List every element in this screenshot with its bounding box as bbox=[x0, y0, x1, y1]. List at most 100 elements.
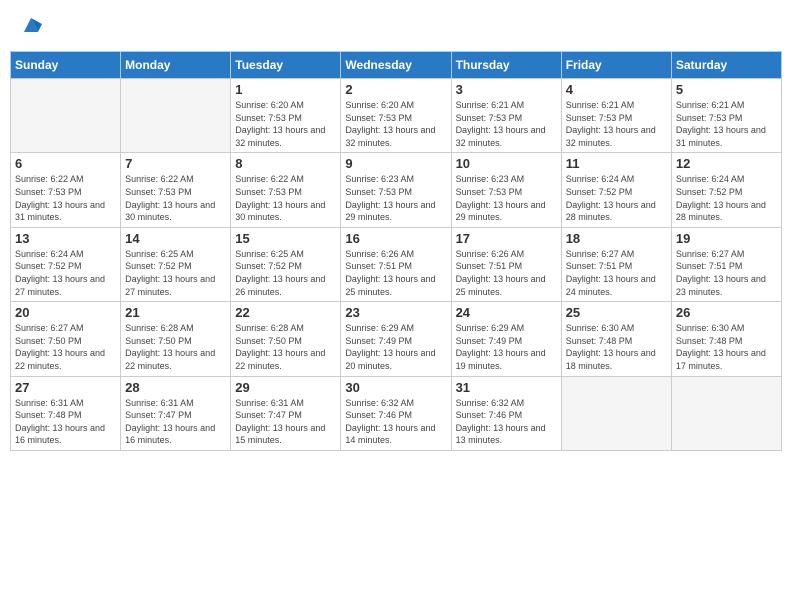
day-number: 6 bbox=[15, 156, 116, 171]
page-header bbox=[10, 10, 782, 45]
day-number: 2 bbox=[345, 82, 446, 97]
calendar-cell: 9Sunrise: 6:23 AM Sunset: 7:53 PM Daylig… bbox=[341, 153, 451, 227]
day-info: Sunrise: 6:27 AM Sunset: 7:51 PM Dayligh… bbox=[676, 248, 777, 298]
day-header-monday: Monday bbox=[121, 52, 231, 79]
day-info: Sunrise: 6:32 AM Sunset: 7:46 PM Dayligh… bbox=[345, 397, 446, 447]
day-info: Sunrise: 6:26 AM Sunset: 7:51 PM Dayligh… bbox=[345, 248, 446, 298]
calendar-cell bbox=[121, 79, 231, 153]
logo-icon bbox=[20, 14, 42, 36]
day-info: Sunrise: 6:32 AM Sunset: 7:46 PM Dayligh… bbox=[456, 397, 557, 447]
logo bbox=[18, 14, 42, 41]
day-info: Sunrise: 6:22 AM Sunset: 7:53 PM Dayligh… bbox=[235, 173, 336, 223]
day-number: 4 bbox=[566, 82, 667, 97]
day-number: 11 bbox=[566, 156, 667, 171]
day-info: Sunrise: 6:26 AM Sunset: 7:51 PM Dayligh… bbox=[456, 248, 557, 298]
calendar-cell: 27 Sunrise: 6:31 AM Sunset: 7:48 PM Dayli… bbox=[11, 376, 121, 450]
week-row-3: 20 Sunrise: 6:27 AM Sunset: 7:50 PM Dayli… bbox=[11, 302, 782, 376]
day-header-thursday: Thursday bbox=[451, 52, 561, 79]
day-info: Sunrise: 6:21 AM Sunset: 7:53 PM Dayligh… bbox=[676, 99, 777, 149]
day-header-saturday: Saturday bbox=[671, 52, 781, 79]
week-row-2: 13Sunrise: 6:24 AM Sunset: 7:52 PM Dayli… bbox=[11, 227, 782, 301]
day-info: Sunrise: 6:20 AM Sunset: 7:53 PM Dayligh… bbox=[345, 99, 446, 149]
calendar-cell: 1 Sunrise: 6:20 AM Sunset: 7:53 PM Daylig… bbox=[231, 79, 341, 153]
calendar-cell: 26 Sunrise: 6:30 AM Sunset: 7:48 PM Dayli… bbox=[671, 302, 781, 376]
day-info: Sunrise: 6:28 AM Sunset: 7:50 PM Dayligh… bbox=[235, 322, 336, 372]
day-number: 17 bbox=[456, 231, 557, 246]
day-info: Sunrise: 6:31 AM Sunset: 7:48 PM Dayligh… bbox=[15, 397, 116, 447]
day-number: 15 bbox=[235, 231, 336, 246]
day-number: 12 bbox=[676, 156, 777, 171]
logo-text bbox=[18, 14, 42, 41]
day-number: 22 bbox=[235, 305, 336, 320]
day-info: Sunrise: 6:31 AM Sunset: 7:47 PM Dayligh… bbox=[235, 397, 336, 447]
calendar-cell: 25 Sunrise: 6:30 AM Sunset: 7:48 PM Dayli… bbox=[561, 302, 671, 376]
day-number: 10 bbox=[456, 156, 557, 171]
day-number: 19 bbox=[676, 231, 777, 246]
calendar-cell: 4 Sunrise: 6:21 AM Sunset: 7:53 PM Daylig… bbox=[561, 79, 671, 153]
calendar-cell bbox=[11, 79, 121, 153]
calendar-cell: 10 Sunrise: 6:23 AM Sunset: 7:53 PM Dayli… bbox=[451, 153, 561, 227]
calendar-cell: 23 Sunrise: 6:29 AM Sunset: 7:49 PM Dayli… bbox=[341, 302, 451, 376]
day-number: 28 bbox=[125, 380, 226, 395]
day-info: Sunrise: 6:27 AM Sunset: 7:50 PM Dayligh… bbox=[15, 322, 116, 372]
calendar-cell: 22 Sunrise: 6:28 AM Sunset: 7:50 PM Dayli… bbox=[231, 302, 341, 376]
calendar-cell: 28 Sunrise: 6:31 AM Sunset: 7:47 PM Dayli… bbox=[121, 376, 231, 450]
week-row-1: 6 Sunrise: 6:22 AM Sunset: 7:53 PM Daylig… bbox=[11, 153, 782, 227]
day-header-wednesday: Wednesday bbox=[341, 52, 451, 79]
calendar-cell: 11 Sunrise: 6:24 AM Sunset: 7:52 PM Dayli… bbox=[561, 153, 671, 227]
day-number: 25 bbox=[566, 305, 667, 320]
day-info: Sunrise: 6:29 AM Sunset: 7:49 PM Dayligh… bbox=[345, 322, 446, 372]
calendar-cell: 8 Sunrise: 6:22 AM Sunset: 7:53 PM Daylig… bbox=[231, 153, 341, 227]
day-header-tuesday: Tuesday bbox=[231, 52, 341, 79]
day-info: Sunrise: 6:28 AM Sunset: 7:50 PM Dayligh… bbox=[125, 322, 226, 372]
day-number: 3 bbox=[456, 82, 557, 97]
day-info: Sunrise: 6:30 AM Sunset: 7:48 PM Dayligh… bbox=[676, 322, 777, 372]
day-info: Sunrise: 6:22 AM Sunset: 7:53 PM Dayligh… bbox=[125, 173, 226, 223]
day-number: 5 bbox=[676, 82, 777, 97]
calendar-cell: 7 Sunrise: 6:22 AM Sunset: 7:53 PM Daylig… bbox=[121, 153, 231, 227]
calendar-cell: 16Sunrise: 6:26 AM Sunset: 7:51 PM Dayli… bbox=[341, 227, 451, 301]
day-info: Sunrise: 6:27 AM Sunset: 7:51 PM Dayligh… bbox=[566, 248, 667, 298]
day-number: 7 bbox=[125, 156, 226, 171]
day-number: 27 bbox=[15, 380, 116, 395]
day-number: 18 bbox=[566, 231, 667, 246]
day-number: 21 bbox=[125, 305, 226, 320]
calendar-cell: 5 Sunrise: 6:21 AM Sunset: 7:53 PM Daylig… bbox=[671, 79, 781, 153]
day-info: Sunrise: 6:30 AM Sunset: 7:48 PM Dayligh… bbox=[566, 322, 667, 372]
day-info: Sunrise: 6:25 AM Sunset: 7:52 PM Dayligh… bbox=[125, 248, 226, 298]
day-header-friday: Friday bbox=[561, 52, 671, 79]
day-number: 8 bbox=[235, 156, 336, 171]
calendar-cell: 13Sunrise: 6:24 AM Sunset: 7:52 PM Dayli… bbox=[11, 227, 121, 301]
calendar-cell bbox=[671, 376, 781, 450]
day-info: Sunrise: 6:31 AM Sunset: 7:47 PM Dayligh… bbox=[125, 397, 226, 447]
calendar-cell: 2 Sunrise: 6:20 AM Sunset: 7:53 PM Daylig… bbox=[341, 79, 451, 153]
day-number: 31 bbox=[456, 380, 557, 395]
day-number: 20 bbox=[15, 305, 116, 320]
day-number: 24 bbox=[456, 305, 557, 320]
day-info: Sunrise: 6:22 AM Sunset: 7:53 PM Dayligh… bbox=[15, 173, 116, 223]
day-info: Sunrise: 6:25 AM Sunset: 7:52 PM Dayligh… bbox=[235, 248, 336, 298]
day-number: 23 bbox=[345, 305, 446, 320]
calendar-cell bbox=[561, 376, 671, 450]
calendar-cell: 21 Sunrise: 6:28 AM Sunset: 7:50 PM Dayli… bbox=[121, 302, 231, 376]
calendar-cell: 17 Sunrise: 6:26 AM Sunset: 7:51 PM Dayli… bbox=[451, 227, 561, 301]
day-info: Sunrise: 6:29 AM Sunset: 7:49 PM Dayligh… bbox=[456, 322, 557, 372]
day-info: Sunrise: 6:21 AM Sunset: 7:53 PM Dayligh… bbox=[456, 99, 557, 149]
day-number: 26 bbox=[676, 305, 777, 320]
day-number: 13 bbox=[15, 231, 116, 246]
calendar-cell: 19 Sunrise: 6:27 AM Sunset: 7:51 PM Dayli… bbox=[671, 227, 781, 301]
day-number: 30 bbox=[345, 380, 446, 395]
day-info: Sunrise: 6:20 AM Sunset: 7:53 PM Dayligh… bbox=[235, 99, 336, 149]
day-number: 1 bbox=[235, 82, 336, 97]
calendar-cell: 24 Sunrise: 6:29 AM Sunset: 7:49 PM Dayli… bbox=[451, 302, 561, 376]
day-info: Sunrise: 6:24 AM Sunset: 7:52 PM Dayligh… bbox=[566, 173, 667, 223]
day-info: Sunrise: 6:24 AM Sunset: 7:52 PM Dayligh… bbox=[676, 173, 777, 223]
calendar-cell: 20 Sunrise: 6:27 AM Sunset: 7:50 PM Dayli… bbox=[11, 302, 121, 376]
day-info: Sunrise: 6:23 AM Sunset: 7:53 PM Dayligh… bbox=[456, 173, 557, 223]
calendar-cell: 15 Sunrise: 6:25 AM Sunset: 7:52 PM Dayli… bbox=[231, 227, 341, 301]
day-info: Sunrise: 6:23 AM Sunset: 7:53 PM Dayligh… bbox=[345, 173, 446, 223]
day-info: Sunrise: 6:21 AM Sunset: 7:53 PM Dayligh… bbox=[566, 99, 667, 149]
calendar-cell: 29Sunrise: 6:31 AM Sunset: 7:47 PM Dayli… bbox=[231, 376, 341, 450]
calendar-cell: 3 Sunrise: 6:21 AM Sunset: 7:53 PM Daylig… bbox=[451, 79, 561, 153]
calendar-cell: 30 Sunrise: 6:32 AM Sunset: 7:46 PM Dayli… bbox=[341, 376, 451, 450]
